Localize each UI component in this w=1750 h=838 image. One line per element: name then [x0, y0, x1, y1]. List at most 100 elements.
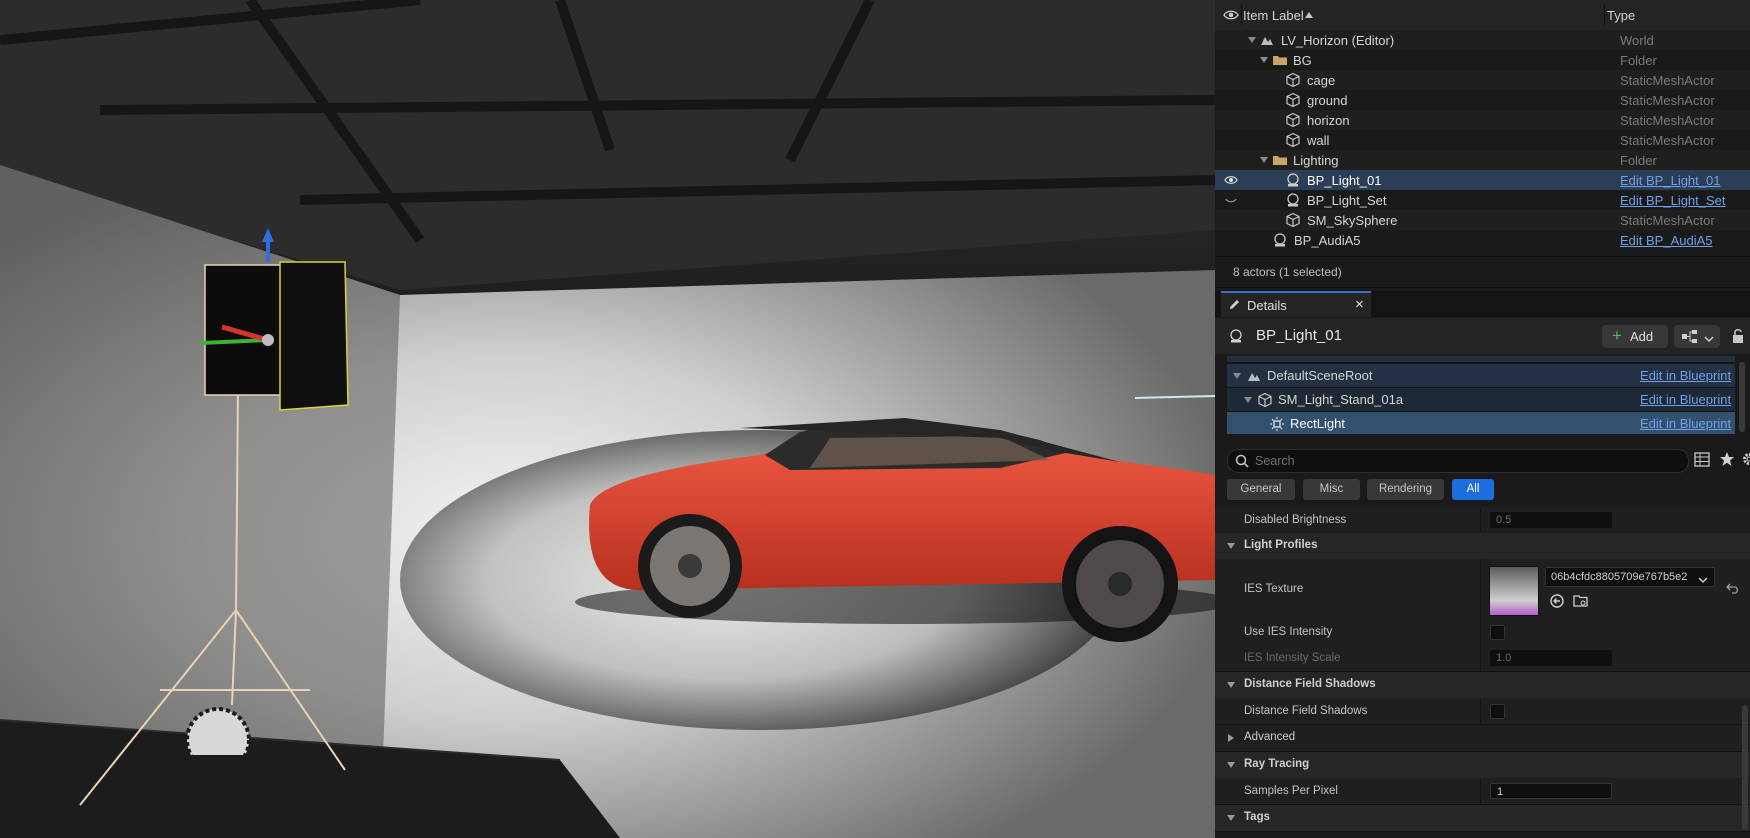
outliner-item-type: StaticMeshActor	[1620, 93, 1715, 108]
actor-count-status: 8 actors (1 selected)	[1233, 265, 1342, 279]
collapse-arrow-icon[interactable]	[1233, 373, 1241, 379]
ies-texture-dropdown[interactable]: 06b4cfdc8805709e767b5e2	[1545, 567, 1715, 587]
filter-misc-button[interactable]: Misc	[1303, 479, 1360, 500]
visibility-eye-icon[interactable]	[1224, 174, 1238, 189]
outliner-item-type: StaticMeshActor	[1620, 213, 1715, 228]
component-row-default-scene-root[interactable]: DefaultSceneRoot Edit in Blueprint	[1227, 364, 1735, 387]
outliner-row-bp-light-01[interactable]: BP_Light_01 Edit BP_Light_01	[1215, 170, 1750, 190]
add-button-label: Add	[1630, 329, 1654, 344]
category-advanced[interactable]: Advanced	[1215, 725, 1750, 752]
outliner-item-label: BP_AudiA5	[1294, 233, 1361, 248]
sort-ascending-icon[interactable]	[1305, 12, 1313, 18]
outliner-row-lighting-folder[interactable]: Lighting Folder	[1215, 150, 1750, 170]
outliner-row-sm-skysphere[interactable]: SM_SkySphere StaticMeshActor	[1215, 210, 1750, 230]
ies-intensity-scale-field[interactable]: 1.0	[1490, 650, 1612, 666]
table-view-icon[interactable]	[1694, 452, 1710, 470]
collapse-arrow-icon	[1227, 543, 1235, 549]
outliner-row-bp-light-set[interactable]: BP_Light_Set Edit BP_Light_Set	[1215, 190, 1750, 210]
collapse-arrow-icon[interactable]	[1260, 57, 1268, 63]
level-viewport[interactable]	[0, 0, 1215, 838]
category-tags[interactable]: Tags	[1215, 805, 1750, 832]
use-selected-asset-icon[interactable]	[1549, 593, 1565, 612]
settings-gear-icon[interactable]	[1741, 451, 1750, 470]
static-mesh-icon	[1257, 392, 1273, 411]
static-mesh-icon	[1285, 132, 1301, 148]
property-row-use-ies-intensity: Use IES Intensity	[1215, 619, 1750, 646]
type-column-header[interactable]: Type	[1607, 8, 1635, 23]
filter-rendering-button[interactable]: Rendering	[1367, 479, 1444, 500]
outliner-row-horizon[interactable]: horizon StaticMeshActor	[1215, 110, 1750, 130]
disabled-brightness-field[interactable]: 0.5	[1490, 512, 1612, 528]
collapse-arrow-icon[interactable]	[1244, 397, 1252, 403]
static-mesh-icon	[1285, 92, 1301, 108]
plus-icon: +	[1612, 326, 1622, 345]
details-tab-label: Details	[1247, 298, 1287, 313]
world-icon	[1259, 32, 1275, 48]
header-separator	[1604, 5, 1605, 25]
outliner-item-label: cage	[1307, 73, 1336, 88]
property-row-distance-field-shadows: Distance Field Shadows	[1215, 698, 1750, 725]
collapse-arrow-icon	[1227, 762, 1235, 768]
collapse-arrow-icon[interactable]	[1248, 37, 1256, 43]
use-ies-intensity-checkbox[interactable]	[1490, 625, 1505, 640]
visibility-hidden-icon[interactable]	[1224, 194, 1238, 209]
edit-in-blueprint-link[interactable]: Edit in Blueprint	[1640, 368, 1731, 383]
edit-blueprint-link[interactable]: Edit BP_AudiA5	[1620, 233, 1713, 248]
component-row-light-stand[interactable]: SM_Light_Stand_01a Edit in Blueprint	[1227, 388, 1735, 411]
outliner-row-bg-folder[interactable]: BG Folder	[1215, 50, 1750, 70]
visibility-header-icon[interactable]	[1223, 9, 1239, 24]
outliner-header: Item Label Type	[1215, 0, 1750, 31]
category-label: Ray Tracing	[1244, 758, 1310, 770]
search-icon	[1235, 454, 1249, 471]
ies-texture-thumbnail[interactable]	[1489, 566, 1539, 616]
collapse-arrow-icon	[1227, 682, 1235, 688]
property-label: Samples Per Pixel	[1244, 785, 1338, 797]
column-divider	[1480, 778, 1481, 804]
add-component-button[interactable]: + Add	[1602, 325, 1668, 348]
outliner-row-wall[interactable]: wall StaticMeshActor	[1215, 130, 1750, 150]
collapse-arrow-icon[interactable]	[1260, 157, 1268, 163]
outliner-item-label: wall	[1307, 133, 1330, 148]
browse-asset-icon[interactable]	[1573, 593, 1589, 612]
component-tree-scrollbar[interactable]	[1739, 362, 1745, 432]
component-row-rectlight[interactable]: RectLight Edit in Blueprint	[1227, 412, 1735, 434]
edit-in-blueprint-link[interactable]: Edit in Blueprint	[1640, 416, 1731, 431]
component-tree: DefaultSceneRoot Edit in Blueprint SM_Li…	[1227, 356, 1735, 434]
chevron-down-icon	[1698, 573, 1708, 587]
category-ray-tracing[interactable]: Ray Tracing	[1215, 752, 1750, 779]
outliner-item-type: Folder	[1620, 53, 1657, 68]
filter-all-button[interactable]: All	[1452, 479, 1494, 500]
outliner-item-label: horizon	[1307, 113, 1350, 128]
outliner-row-ground[interactable]: ground StaticMeshActor	[1215, 90, 1750, 110]
outliner-row-bp-audia5[interactable]: BP_AudiA5 Edit BP_AudiA5	[1215, 230, 1750, 250]
filter-general-button[interactable]: General	[1227, 479, 1295, 500]
distance-field-shadows-checkbox[interactable]	[1490, 704, 1505, 719]
outliner-item-label: SM_SkySphere	[1307, 213, 1398, 228]
chevron-down-icon	[1704, 331, 1714, 346]
details-tab[interactable]: Details ×	[1221, 291, 1371, 317]
outliner-row-world[interactable]: LV_Horizon (Editor) World	[1215, 30, 1750, 50]
outliner-item-label: Lighting	[1293, 153, 1339, 168]
reset-to-default-icon[interactable]	[1726, 583, 1740, 598]
pencil-icon	[1228, 298, 1241, 314]
edit-in-blueprint-link[interactable]: Edit in Blueprint	[1640, 392, 1731, 407]
component-label: SM_Light_Stand_01a	[1278, 392, 1404, 407]
static-mesh-icon	[1285, 112, 1301, 128]
property-label: Disabled Brightness	[1244, 514, 1347, 526]
blueprint-options-button[interactable]	[1674, 325, 1720, 348]
category-distance-field-shadows[interactable]: Distance Field Shadows	[1215, 672, 1750, 699]
outliner-row-cage[interactable]: cage StaticMeshActor	[1215, 70, 1750, 90]
lock-icon[interactable]	[1731, 328, 1745, 347]
edit-blueprint-link[interactable]: Edit BP_Light_Set	[1620, 193, 1726, 208]
edit-blueprint-link[interactable]: Edit BP_Light_01	[1620, 173, 1720, 188]
samples-per-pixel-field[interactable]: 1	[1490, 783, 1612, 799]
category-light-profiles[interactable]: Light Profiles	[1215, 533, 1750, 560]
outliner-status-bar: 8 actors (1 selected)	[1215, 256, 1750, 288]
item-label-column-header[interactable]: Item Label	[1243, 8, 1304, 23]
property-label: IES Texture	[1244, 583, 1304, 595]
details-scrollbar[interactable]	[1742, 705, 1748, 830]
favorites-star-icon[interactable]	[1719, 451, 1735, 470]
details-search-box[interactable]: Search	[1227, 449, 1689, 473]
static-mesh-icon	[1285, 212, 1301, 228]
close-tab-icon[interactable]: ×	[1355, 296, 1364, 313]
